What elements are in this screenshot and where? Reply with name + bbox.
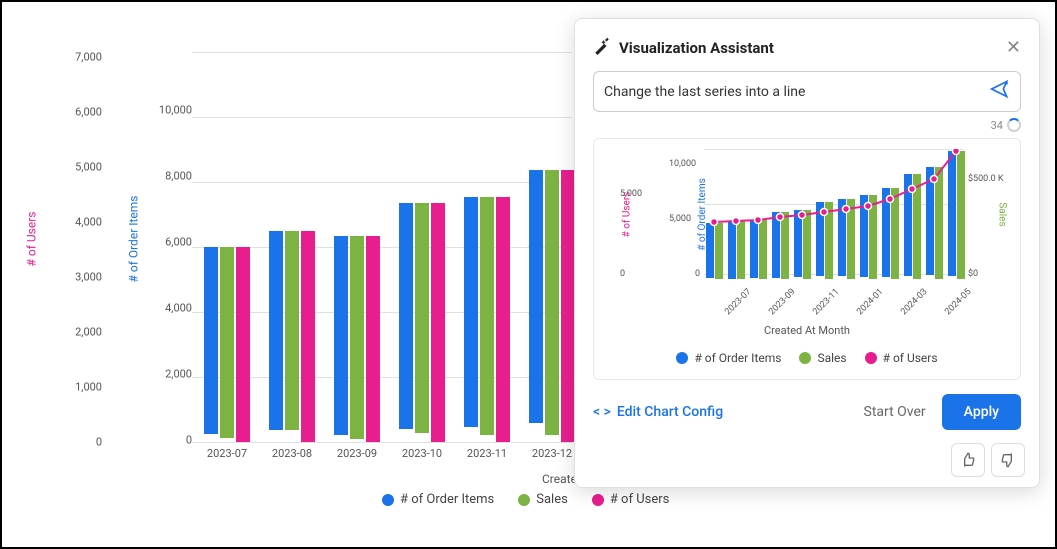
legend-item[interactable]: Sales [518,492,568,507]
legend-item[interactable]: # of Order Items [382,492,494,507]
plot-area [192,52,572,442]
spinner-icon [1007,118,1021,132]
bar-group[interactable] [462,197,512,442]
preview-x-label: Created At Month [594,324,1020,337]
start-over-button[interactable]: Start Over [864,404,926,420]
preview-legend: # of Order Items Sales # of Users [594,351,1020,365]
preview-plot [704,149,964,279]
close-icon[interactable]: ✕ [1006,37,1021,58]
main-chart: # of Users # of Order Items 0 1,000 2,00… [12,22,572,452]
y-axis-1-label: # of Users [24,212,38,267]
prompt-input[interactable] [604,84,990,100]
bar-group[interactable] [202,247,252,442]
legend-item[interactable]: # of Order Items [676,351,781,365]
prompt-input-row [593,71,1021,112]
bar-group[interactable] [267,231,317,442]
chart-preview: # of Users # of Order Items Sales 0 5,00… [593,138,1021,380]
y-axis-2-ticks: 0 2,000 4,000 6,000 8,000 10,000 [132,22,192,442]
legend-item[interactable]: Sales [799,351,846,365]
panel-title: Visualization Assistant [619,39,774,57]
send-icon[interactable] [990,79,1010,104]
legend-item[interactable]: # of Users [592,492,670,507]
thumbs-down-button[interactable] [991,443,1025,477]
edit-chart-config-link[interactable]: < > Edit Chart Config [593,404,723,420]
bar-group[interactable] [527,170,577,442]
thumbs-up-button[interactable] [951,443,985,477]
bar-group[interactable] [332,236,382,442]
bar-group[interactable] [397,203,447,442]
visualization-assistant-panel: Visualization Assistant ✕ 34 # of Users … [574,18,1040,488]
wand-icon [593,37,611,59]
code-icon: < > [593,404,611,420]
preview-y3-label: Sales [997,202,1008,226]
y-axis-1-ticks: 0 1,000 2,000 3,000 4,000 5,000 6,000 7,… [42,22,102,442]
legend-item[interactable]: # of Users [865,351,938,365]
timer: 34 [593,118,1021,132]
chart-legend: # of Order Items Sales # of Users [382,492,669,507]
apply-button[interactable]: Apply [942,394,1021,430]
